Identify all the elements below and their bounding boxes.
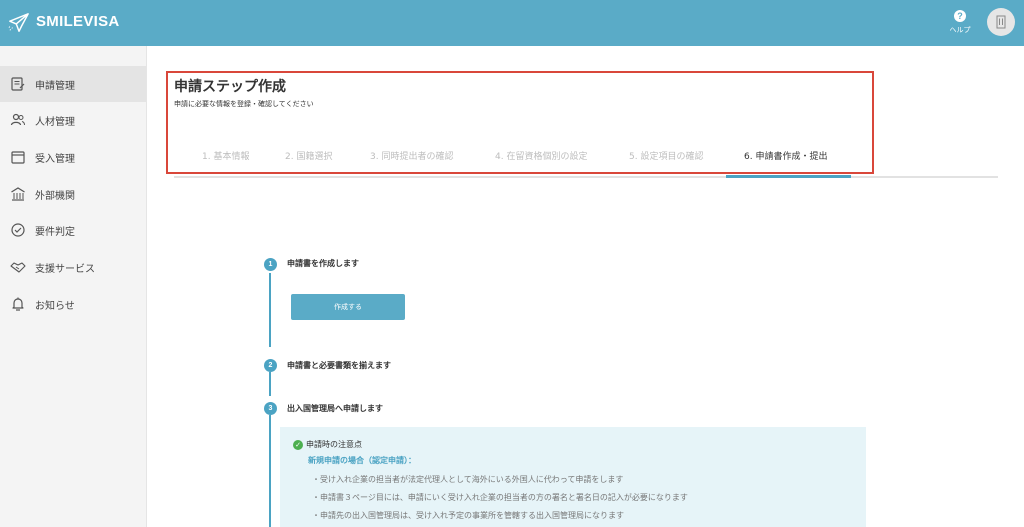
notes-heading-text: 申請時の注意点	[306, 440, 362, 449]
paper-plane-icon	[8, 13, 29, 32]
sidebar: 申請管理 人材管理 受入管理 外部機関 要件判定 支援サービス お知らせ	[0, 46, 147, 527]
tab-co-submitters[interactable]: 3. 同時提出者の確認	[370, 149, 453, 162]
document-edit-icon	[11, 77, 25, 91]
sidebar-item-label: 申請管理	[35, 80, 75, 92]
tab-basic-info[interactable]: 1. 基本情報	[202, 149, 249, 162]
sidebar-item-label: お知らせ	[35, 300, 75, 312]
sidebar-item-requirements[interactable]: 要件判定	[0, 212, 146, 248]
page-title: 申請ステップ作成	[174, 79, 286, 95]
help-button[interactable]: ? ヘルプ	[946, 10, 974, 35]
tab-create-submit[interactable]: 6. 申請書作成・提出	[744, 149, 827, 162]
notes-heading: ✓ 申請時の注意点	[293, 439, 362, 450]
sidebar-item-label: 支援サービス	[35, 263, 95, 275]
bell-icon	[12, 297, 24, 311]
brand-name[interactable]: SMILEVISA	[36, 13, 120, 30]
sidebar-item-personnel[interactable]: 人材管理	[0, 102, 146, 138]
check-circle-icon	[11, 223, 25, 237]
notes-subheading: 新規申請の場合（認定申請）：	[308, 456, 416, 465]
timeline-step-title: 申請書を作成します	[287, 259, 359, 268]
building-icon	[11, 187, 25, 201]
step-number-badge: 2	[264, 359, 277, 372]
sidebar-item-label: 要件判定	[35, 226, 75, 238]
timeline-line	[269, 273, 271, 347]
step-number-badge: 3	[264, 402, 277, 415]
active-tab-indicator	[726, 175, 851, 178]
users-icon	[10, 113, 25, 126]
note-item: ・受け入れ企業の担当者が法定代理人として海外にいる外国人に代わって申請をします	[312, 475, 624, 484]
tab-confirm-settings[interactable]: 5. 設定項目の確認	[629, 149, 703, 162]
page-subtitle: 申請に必要な情報を登録・確認してください	[174, 100, 314, 108]
office-building-icon	[996, 15, 1006, 29]
timeline-step-title: 出入国管理局へ申請します	[287, 404, 383, 413]
sidebar-item-label: 外部機関	[35, 190, 75, 202]
help-icon: ?	[954, 10, 966, 22]
check-circle-icon: ✓	[293, 439, 303, 450]
tab-visa-settings[interactable]: 4. 在留資格個別の設定	[495, 149, 587, 162]
note-item: ・申請書３ページ目には、申請にいく受け入れ企業の担当者の方の署名と署名日の記入が…	[312, 493, 688, 502]
timeline-line	[269, 372, 271, 396]
sidebar-item-notices[interactable]: お知らせ	[0, 286, 146, 322]
note-item: ・申請先の出入国管理局は、受け入れ予定の事業所を管轄する出入国管理局になります	[312, 511, 624, 520]
help-label: ヘルプ	[949, 26, 971, 34]
step-number-badge: 1	[264, 258, 277, 271]
timeline-line	[269, 415, 271, 527]
timeline-step-title: 申請書と必要書類を揃えます	[287, 361, 391, 370]
step-tabs: 1. 基本情報 2. 国籍選択 3. 同時提出者の確認 4. 在留資格個別の設定…	[0, 149, 1024, 163]
sidebar-item-label: 人材管理	[35, 116, 75, 128]
sidebar-item-support[interactable]: 支援サービス	[0, 249, 146, 285]
tab-nationality[interactable]: 2. 国籍選択	[285, 149, 332, 162]
sidebar-item-applications[interactable]: 申請管理	[0, 66, 146, 102]
top-bar: SMILEVISA ? ヘルプ	[0, 0, 1024, 46]
tabs-divider	[174, 176, 998, 178]
account-avatar[interactable]	[987, 8, 1015, 36]
handshake-icon	[10, 262, 26, 273]
sidebar-item-external[interactable]: 外部機関	[0, 176, 146, 212]
create-application-button[interactable]: 作成する	[291, 294, 405, 320]
